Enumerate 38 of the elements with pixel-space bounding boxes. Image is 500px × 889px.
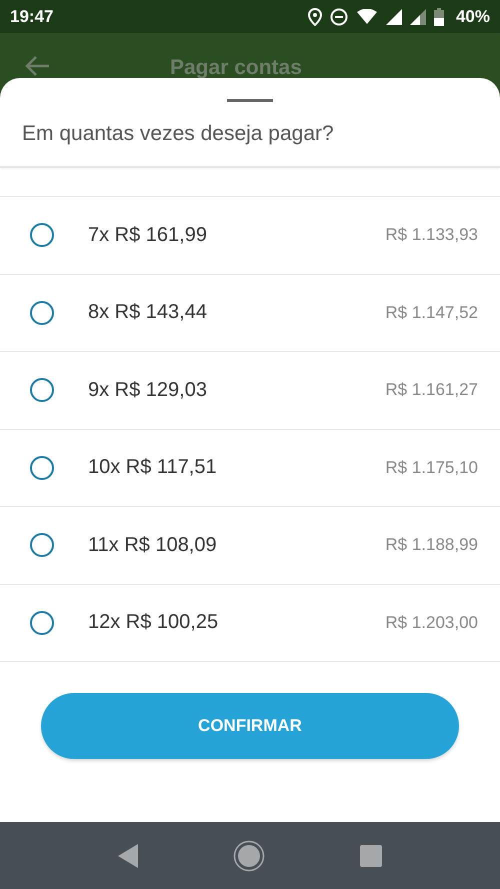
radio-button[interactable] <box>30 610 54 635</box>
sheet-title: Em quantas vezes deseja pagar? <box>22 122 334 146</box>
installment-label: 10x R$ 117,51 <box>88 456 218 480</box>
installment-label: 9x R$ 129,03 <box>88 378 208 402</box>
radio-button[interactable] <box>30 300 54 325</box>
installment-label: 11x R$ 108,09 <box>88 534 218 557</box>
total-amount: R$ 1.161,27 <box>385 380 478 400</box>
installment-label: 8x R$ 143,44 <box>88 301 208 324</box>
installment-option[interactable]: 11x R$ 108,09 R$ 1.188,99 <box>0 507 500 584</box>
signal-icon <box>386 8 402 24</box>
total-amount: R$ 1.203,00 <box>385 612 478 633</box>
radio-button[interactable] <box>30 378 54 402</box>
signal-icon <box>410 8 426 24</box>
radio-button[interactable] <box>30 456 54 480</box>
do-not-disturb-icon <box>330 8 348 26</box>
installment-option[interactable]: 12x R$ 100,25 R$ 1.203,00 <box>0 584 500 662</box>
battery-level: 40% <box>456 6 490 26</box>
battery-icon <box>434 8 444 26</box>
total-amount: R$ 1.147,52 <box>385 302 478 323</box>
installment-label: 7x R$ 161,99 <box>88 224 208 247</box>
total-amount: R$ 1.175,10 <box>385 458 478 478</box>
total-amount: R$ 1.133,93 <box>385 225 478 246</box>
recents-icon[interactable] <box>360 844 382 866</box>
installment-option[interactable]: 9x R$ 129,03 R$ 1.161,27 <box>0 352 500 430</box>
wifi-icon <box>356 8 378 24</box>
total-amount: R$ 1.188,99 <box>385 535 478 556</box>
drag-handle[interactable] <box>227 99 273 102</box>
screen-title: Pagar contas <box>170 56 302 80</box>
location-icon <box>308 8 322 26</box>
installment-option[interactable]: 10x R$ 117,51 R$ 1.175,10 <box>0 430 500 507</box>
home-icon[interactable] <box>233 840 265 872</box>
clock: 19:47 <box>10 6 54 26</box>
installment-option[interactable]: 7x R$ 161,99 R$ 1.133,93 <box>0 197 500 274</box>
installment-label: 12x R$ 100,25 <box>88 611 220 634</box>
radio-button[interactable] <box>30 533 54 558</box>
installment-option[interactable]: 8x R$ 143,44 R$ 1.147,52 <box>0 274 500 352</box>
back-icon[interactable] <box>118 844 138 868</box>
radio-button[interactable] <box>30 223 54 248</box>
